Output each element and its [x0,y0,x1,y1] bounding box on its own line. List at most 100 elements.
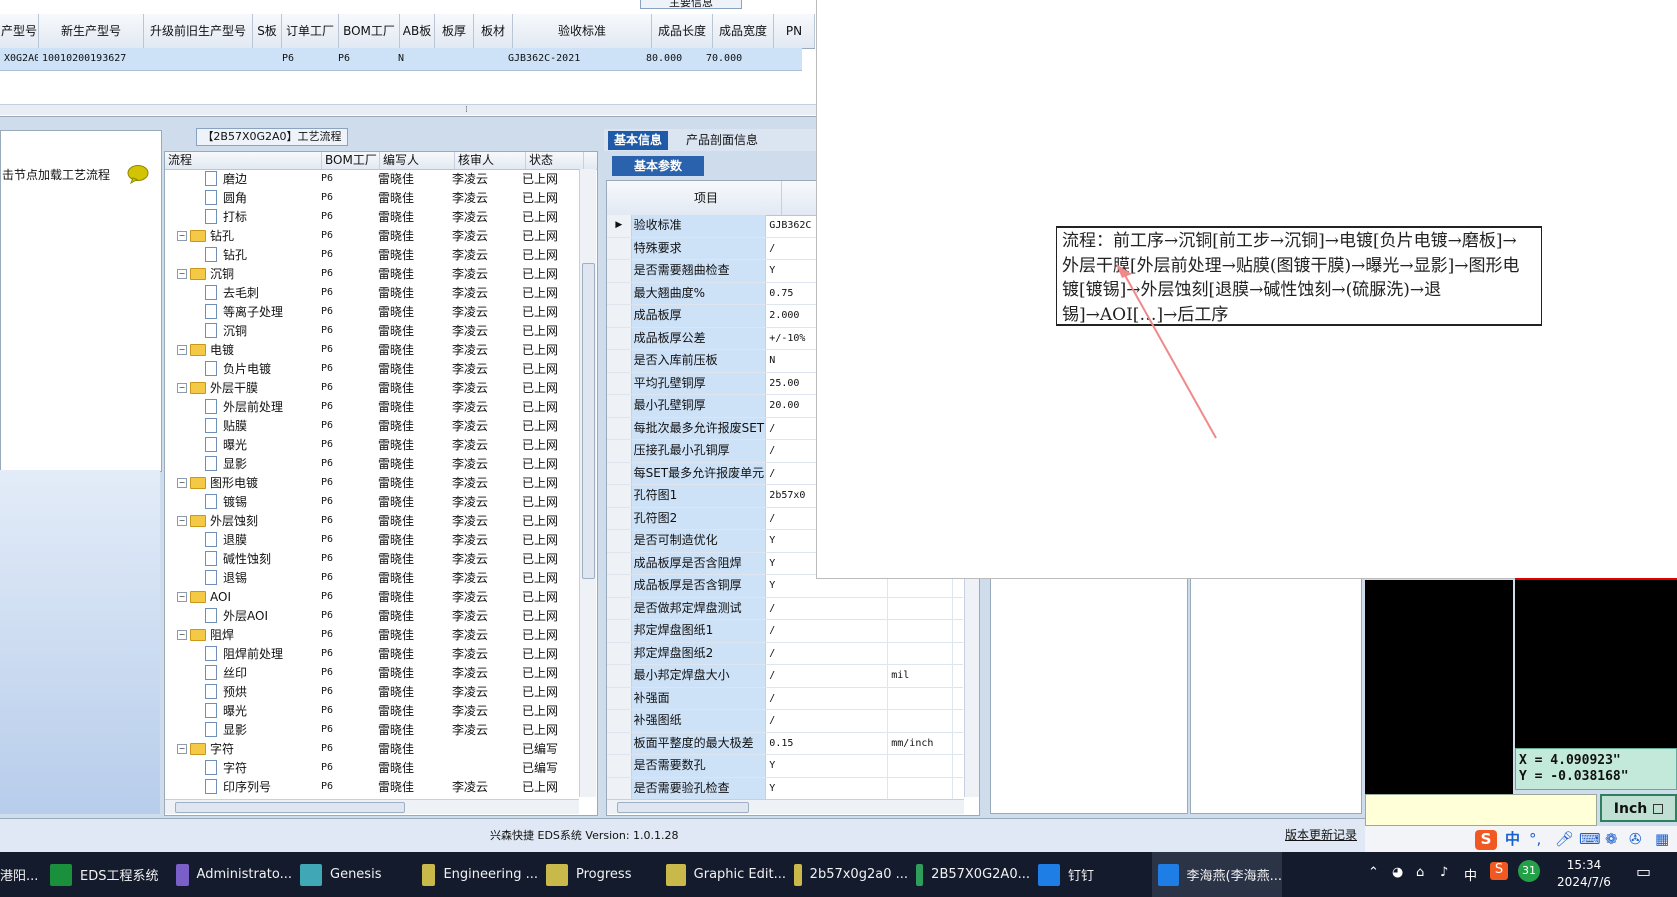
tree-row[interactable]: 圆角 P6 雷晓佳 李凌云 已上网 [165,188,579,207]
column-header[interactable]: 升级前旧生产型号 [144,14,253,48]
wechat-icon[interactable]: ◕ [1392,865,1403,880]
collapse-icon[interactable]: − [177,344,187,355]
tree-node[interactable]: 曝光 [165,436,321,453]
tree-node[interactable]: 等离子处理 [165,303,321,320]
unit-select[interactable]: Inch [1600,794,1677,822]
column-header[interactable]: 新生产型号 [39,14,144,48]
table-cell[interactable]: X0G2A0 [0,48,38,70]
tree-node[interactable]: 贴膜 [165,417,321,434]
horizontal-scrollbar[interactable]: ⁞ [0,104,816,115]
tree-node[interactable]: 外层AOI [165,607,321,624]
table-cell[interactable]: N [394,48,428,70]
tree-node[interactable]: − 字符 [165,740,321,757]
microphone-icon[interactable]: 🎤︎ [1555,830,1574,848]
chevron-up-icon[interactable]: ⌃ [1368,865,1379,880]
tree-row[interactable]: − 外层干膜 P6 雷晓佳 李凌云 已上网 [165,378,579,397]
horizontal-scrollbar[interactable] [607,799,964,814]
tree-node[interactable]: 字符 [165,759,321,776]
property-value[interactable]: Y [766,777,889,799]
tree-node[interactable]: − 外层蚀刻 [165,512,321,529]
tree-node[interactable]: 曝光 [165,702,321,719]
column-header[interactable]: 订单工厂 [282,14,339,48]
table-cell[interactable] [142,48,250,70]
network-icon[interactable]: ⌂ [1416,865,1424,880]
tree-node[interactable]: − 图形电镀 [165,474,321,491]
scroll-thumb[interactable] [582,263,595,579]
tree-row[interactable]: 碱性蚀刻 P6 雷晓佳 李凌云 已上网 [165,549,579,568]
tree-row[interactable]: 沉铜 P6 雷晓佳 李凌云 已上网 [165,321,579,340]
taskbar-item[interactable]: 2B57X0G2A0... [910,852,1030,897]
changelog-link[interactable]: 版本更新记录 [1285,826,1357,843]
taskbar-item[interactable]: EDS工程系统 [44,852,168,897]
column-header[interactable]: BOM工厂 [339,14,400,48]
property-row[interactable]: 补强图纸 / [607,710,963,733]
tree-node[interactable]: 退锡 [165,569,321,586]
property-value[interactable]: Y [766,755,889,777]
column-header[interactable]: S板 [253,14,282,48]
tree-node[interactable]: 预烘 [165,683,321,700]
tree-row[interactable]: 丝印 P6 雷晓佳 李凌云 已上网 [165,663,579,682]
column-header[interactable]: 成品长度 [652,14,713,48]
table-cell[interactable] [250,48,278,70]
tree-node[interactable]: 圆角 [165,189,321,206]
tree-node[interactable]: 钻孔 [165,246,321,263]
tree-node[interactable]: − 电镀 [165,341,321,358]
tree-row[interactable]: 去毛刺 P6 雷晓佳 李凌云 已上网 [165,283,579,302]
tree-row[interactable]: 退锡 P6 雷晓佳 李凌云 已上网 [165,568,579,587]
tree-node[interactable]: 阻焊前处理 [165,645,321,662]
tree-node[interactable]: 显影 [165,721,321,738]
property-row[interactable]: 是否需要数孔 Y [607,755,963,778]
tree-row[interactable]: 负片电镀 P6 雷晓佳 李凌云 已上网 [165,359,579,378]
tree-row[interactable]: 镀锡 P6 雷晓佳 李凌云 已上网 [165,492,579,511]
tree-row[interactable]: 显影 P6 雷晓佳 李凌云 已上网 [165,720,579,739]
collapse-icon[interactable]: − [177,629,187,640]
tree-row[interactable]: − 图形电镀 P6 雷晓佳 李凌云 已上网 [165,473,579,492]
punctuation-icon[interactable]: °, [1529,830,1541,848]
tree-node[interactable]: 显影 [165,455,321,472]
tree-node[interactable]: 负片电镀 [165,360,321,377]
column-header[interactable]: 验收标准 [513,14,652,48]
collapse-icon[interactable]: − [177,743,187,754]
column-header[interactable]: 板材 [474,14,513,48]
tree-row[interactable]: 预烘 P6 雷晓佳 李凌云 已上网 [165,682,579,701]
table-cell[interactable]: 70.000 [702,48,762,70]
column-header[interactable]: 板厚 [435,14,474,48]
toolbox-icon[interactable]: ▦ [1655,830,1669,848]
column-header[interactable]: BOM工厂 [322,152,380,169]
volume-icon[interactable]: ♪ [1440,865,1448,880]
tree-row[interactable]: 贴膜 P6 雷晓佳 李凌云 已上网 [165,416,579,435]
collapse-icon[interactable]: − [177,591,187,602]
tree-node[interactable]: 退膜 [165,531,321,548]
tree-node[interactable]: − 阻焊 [165,626,321,643]
property-row[interactable]: 是否做邦定焊盘测试 / [607,597,963,620]
cad-view-right[interactable] [1515,580,1677,748]
notification-icon[interactable]: ▭ [1636,862,1651,881]
ime-lang[interactable]: 中 [1505,830,1520,848]
tree-row[interactable]: 字符 P6 雷晓佳 已编写 [165,758,579,777]
tree-row[interactable]: − 字符 P6 雷晓佳 已编写 [165,739,579,758]
game-icon[interactable]: ✇ [1629,830,1642,848]
table-cell[interactable] [762,48,802,70]
collapse-icon[interactable]: − [177,477,187,488]
table-cell[interactable]: GJB362C-2021 [504,48,642,70]
tab-product-profile[interactable]: 产品剖面信息 [680,131,764,150]
tree-node[interactable]: 丝印 [165,664,321,681]
property-value[interactable]: / [766,710,889,732]
tree-row[interactable]: 印序列号 P6 雷晓佳 李凌云 已上网 [165,777,579,796]
tree-node[interactable]: − AOI [165,590,321,604]
taskbar-item[interactable]: Progress [540,852,658,897]
taskbar-item[interactable]: 李海燕(李海燕... [1152,852,1282,897]
column-header[interactable]: 流程 [165,152,322,169]
property-row[interactable]: 板面平整度的最大极差 0.15 mm/inch [607,732,963,755]
tree-row[interactable]: 打标 P6 雷晓佳 李凌云 已上网 [165,207,579,226]
taskbar-item[interactable]: Graphic Edit... [660,852,786,897]
collapse-icon[interactable]: − [177,230,187,241]
tree-row[interactable]: 钻孔 P6 雷晓佳 李凌云 已上网 [165,245,579,264]
tree-row[interactable]: 曝光 P6 雷晓佳 李凌云 已上网 [165,701,579,720]
column-header[interactable]: 产型号 [0,14,39,48]
tree-node[interactable]: 去毛刺 [165,284,321,301]
speech-bubble-icon[interactable] [126,164,150,184]
collapse-icon[interactable]: − [177,515,187,526]
tree-node[interactable]: 碱性蚀刻 [165,550,321,567]
table-cell[interactable] [466,48,504,70]
